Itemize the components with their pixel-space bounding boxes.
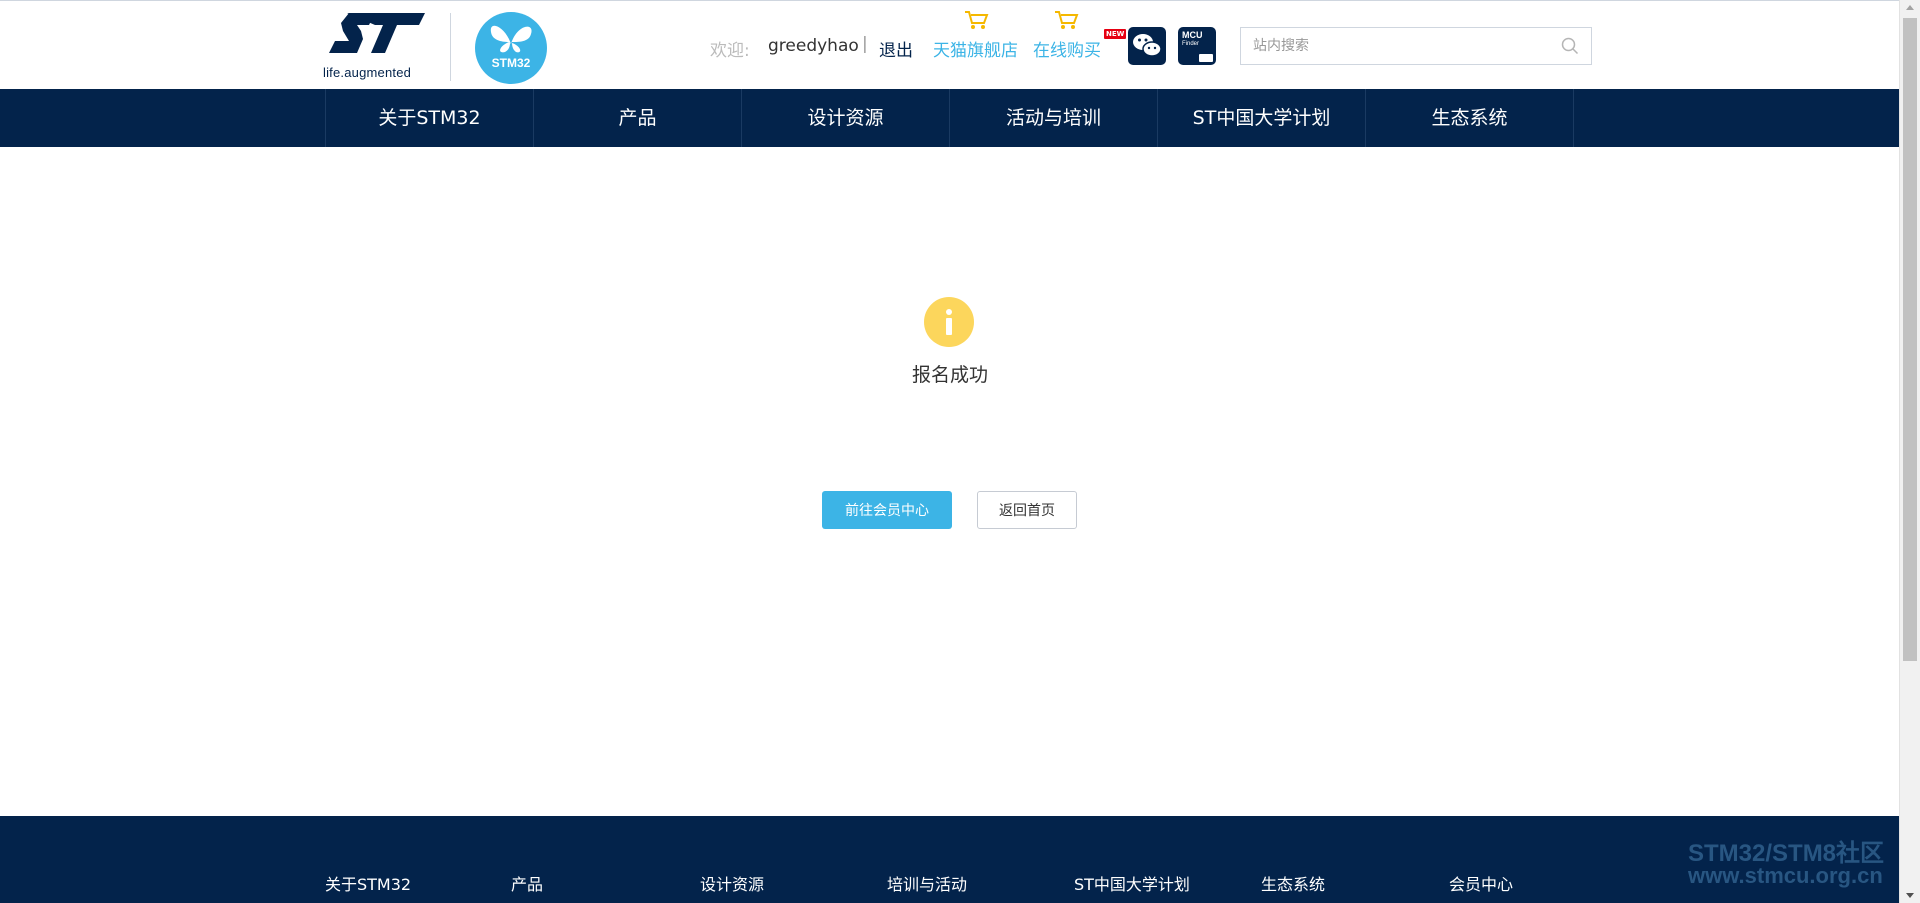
stm32-logo[interactable]: STM32 (475, 12, 547, 84)
stm32-logo-text: STM32 (491, 56, 531, 70)
footer-link-ecosystem[interactable]: 生态系统 (1261, 871, 1325, 895)
info-icon-bar (946, 318, 952, 335)
footer-link-products[interactable]: 产品 (511, 871, 543, 895)
logout-link[interactable]: 退出 (879, 36, 913, 61)
scroll-up-arrow-icon[interactable] (1906, 5, 1914, 10)
nav-item-products[interactable]: 产品 (533, 89, 741, 147)
logo-divider (450, 13, 451, 81)
wechat-glyph (1133, 34, 1162, 57)
site-header: life.augmented STM32 欢迎: greedyhao | 退出 … (0, 0, 1899, 89)
footer-link-about-stm32[interactable]: 关于STM32 (325, 871, 411, 895)
nav-item-design-resources[interactable]: 设计资源 (741, 89, 949, 147)
main-nav: 关于STM32 产品 设计资源 活动与培训 ST中国大学计划 生态系统 (0, 89, 1899, 147)
new-badge: NEW (1104, 29, 1127, 39)
st-logo-mark (329, 13, 425, 53)
info-icon (924, 297, 974, 347)
nav-item-university-program[interactable]: ST中国大学计划 (1157, 89, 1365, 147)
username-link[interactable]: greedyhao (768, 36, 859, 56)
nav-item-about-stm32[interactable]: 关于STM32 (325, 89, 533, 147)
st-logo[interactable]: life.augmented (323, 11, 427, 83)
mcu-finder-sublabel: Finder (1182, 41, 1200, 47)
st-mini-logo (1199, 54, 1213, 62)
butterfly-icon (490, 25, 532, 53)
footer-link-design-resources[interactable]: 设计资源 (700, 871, 764, 895)
logo-tagline: life.augmented (323, 65, 412, 80)
mcu-finder-label: MCU (1182, 30, 1203, 40)
footer-link-university-program[interactable]: ST中国大学计划 (1074, 871, 1190, 895)
cart-icon (1055, 11, 1079, 29)
wechat-icon[interactable] (1128, 27, 1166, 65)
search-icon[interactable] (1561, 37, 1579, 55)
welcome-label: 欢迎: (710, 41, 750, 61)
footer-link-member-center[interactable]: 会员中心 (1449, 871, 1513, 895)
watermark-line1: STM32/STM8社区 (1688, 840, 1885, 867)
online-buy-link[interactable]: 在线购买 (1033, 36, 1101, 61)
nav-divider (1573, 89, 1574, 147)
watermark-line2: www.stmcu.org.cn (1688, 863, 1883, 888)
cart-icon (965, 11, 989, 29)
search-box[interactable] (1240, 27, 1592, 65)
header-separator: | (862, 34, 868, 54)
tmall-store-link[interactable]: 天猫旗舰店 (933, 36, 1018, 61)
info-icon-dot (946, 309, 952, 315)
go-member-center-button[interactable]: 前往会员中心 (822, 491, 952, 529)
vertical-scrollbar[interactable] (1899, 0, 1920, 903)
site-footer: 关于STM32 产品 设计资源 培训与活动 ST中国大学计划 生态系统 会员中心 (0, 816, 1899, 903)
scroll-thumb[interactable] (1903, 18, 1917, 661)
mcu-finder-icon[interactable]: MCU Finder (1178, 27, 1216, 65)
nav-item-ecosystem[interactable]: 生态系统 (1365, 89, 1573, 147)
back-home-button[interactable]: 返回首页 (977, 491, 1077, 529)
scroll-down-arrow-icon[interactable] (1906, 893, 1914, 898)
watermark: STM32/STM8社区 www.stmcu.org.cn (1688, 840, 1885, 888)
footer-link-training-events[interactable]: 培训与活动 (887, 871, 967, 895)
nav-item-events-training[interactable]: 活动与培训 (949, 89, 1157, 147)
success-message: 报名成功 (911, 364, 988, 386)
search-input[interactable] (1253, 36, 1553, 56)
